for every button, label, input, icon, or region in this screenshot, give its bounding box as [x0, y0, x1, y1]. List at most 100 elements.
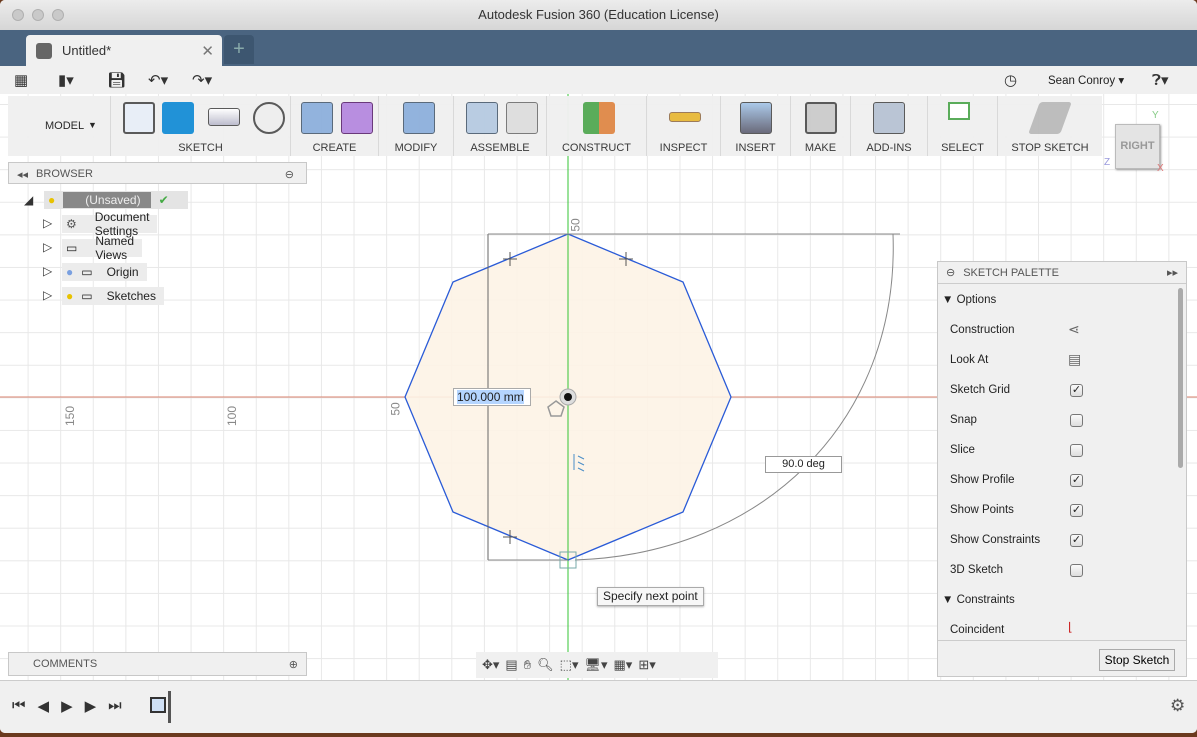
undo-icon[interactable]: ↶▾: [148, 71, 168, 89]
data-panel-grid-icon[interactable]: ▦: [14, 71, 28, 89]
close-window-button[interactable]: [12, 9, 24, 21]
measure-icon: [669, 112, 701, 122]
construction-icon[interactable]: ⋖: [1068, 321, 1080, 338]
look-at-icon[interactable]: ▤: [1068, 351, 1081, 368]
collapsed-triangle-icon[interactable]: ▷: [43, 240, 52, 254]
browser-item-named-views[interactable]: ▭ Named Views: [62, 234, 143, 262]
viewports-icon[interactable]: ⊞▾: [638, 657, 655, 673]
palette-option-show-profile: Show Profile: [950, 474, 1015, 486]
checkbox-snap[interactable]: [1070, 414, 1083, 427]
select-menu[interactable]: SELECT: [928, 96, 998, 156]
zoom-window-button[interactable]: [52, 9, 64, 21]
palette-scrollbar[interactable]: [1178, 288, 1183, 468]
stop-sketch-menu[interactable]: STOP SKETCH: [998, 96, 1102, 156]
insert-image-icon: [740, 102, 772, 134]
gear-icon: ⚙: [66, 217, 77, 231]
fit-icon[interactable]: ⬚▾: [560, 657, 579, 673]
viewcube-y-label: Y: [1152, 110, 1159, 121]
quick-access-bar: ▦ ▮▾ 💾︎ ↶▾ ↷▾ ◷ Sean Conroy ▾ ❓︎▾: [0, 66, 1197, 94]
add-ins-menu[interactable]: ADD-INS: [851, 96, 928, 156]
browser-item-origin[interactable]: ● ▭ Origin: [62, 263, 147, 281]
save-icon[interactable]: 💾︎: [107, 71, 126, 89]
checkbox-show-constraints[interactable]: ✓: [1070, 534, 1083, 547]
job-status-clock-icon[interactable]: ◷: [1004, 71, 1017, 89]
first-step-icon[interactable]: ⏮︎: [12, 697, 26, 715]
file-menu-icon[interactable]: ▮▾: [58, 71, 74, 89]
constraints-section-header[interactable]: ▼ Constraints: [942, 594, 1015, 606]
user-menu[interactable]: Sean Conroy ▾: [1048, 73, 1124, 87]
minimize-window-button[interactable]: [32, 9, 44, 21]
form-icon: [341, 102, 373, 134]
lightbulb-icon: ●: [48, 193, 56, 207]
redo-icon[interactable]: ↷▾: [192, 71, 212, 89]
palette-option-snap: Snap: [950, 414, 977, 426]
help-icon[interactable]: ❓︎▾: [1152, 71, 1169, 89]
expanded-triangle-icon[interactable]: ◢: [24, 193, 33, 207]
dimension-input[interactable]: 100.000 mm: [453, 388, 531, 406]
sketch-menu[interactable]: SKETCH: [111, 96, 291, 156]
axis-label-50-vertical: 50: [568, 218, 583, 232]
axis-label-150: 150: [63, 405, 78, 427]
axis-label-100: 100: [225, 405, 240, 427]
comments-panel[interactable]: COMMENTS ⊕: [8, 652, 307, 676]
extrude-icon: [301, 102, 333, 134]
checkbox-show-points[interactable]: ✓: [1070, 504, 1083, 517]
angle-dimension-input[interactable]: 90.0 deg: [765, 456, 842, 473]
insert-menu[interactable]: INSERT: [721, 96, 791, 156]
workspace-switcher[interactable]: MODEL ▼: [8, 96, 111, 156]
browser-panel-header[interactable]: ◂◂ BROWSER ⊖: [8, 162, 307, 184]
previous-step-icon[interactable]: ◀︎: [38, 697, 50, 715]
viewcube[interactable]: RIGHT: [1115, 124, 1160, 169]
tab-untitled[interactable]: Untitled* ✕: [26, 35, 222, 66]
collapsed-triangle-icon[interactable]: ▷: [43, 288, 52, 302]
zoom-icon[interactable]: 🔍︎: [537, 657, 554, 673]
browser-root-node[interactable]: ● (Unsaved) ✔: [44, 191, 188, 209]
pan-hand-icon[interactable]: ✋︎: [524, 657, 531, 673]
inspect-menu[interactable]: INSPECT: [647, 96, 721, 156]
close-tab-icon[interactable]: ✕: [201, 42, 214, 60]
stop-sketch-button[interactable]: Stop Sketch: [1099, 649, 1175, 671]
activate-check-icon: ✔: [158, 193, 169, 207]
timeline-marker[interactable]: [168, 691, 171, 723]
navigation-bar: ✥▾ ▤ ✋︎ 🔍︎ ⬚▾ 🖥︎▾ ▦▾ ⊞▾: [476, 652, 718, 678]
collapsed-triangle-icon[interactable]: ▷: [43, 264, 52, 278]
create-sketch-icon[interactable]: [123, 102, 155, 134]
palette-option-construction: Construction: [950, 324, 1015, 336]
play-icon[interactable]: ▶︎: [61, 697, 73, 715]
grid-settings-icon[interactable]: ▦▾: [614, 657, 633, 673]
assemble-menu[interactable]: ASSEMBLE: [454, 96, 547, 156]
browser-item-sketches[interactable]: ● ▭ Sketches: [62, 287, 164, 305]
folder-icon: ▭: [81, 265, 93, 279]
options-section-header[interactable]: ▼ Options: [942, 294, 996, 306]
rectangle-tool-icon[interactable]: [208, 108, 240, 126]
make-menu[interactable]: MAKE: [791, 96, 851, 156]
select-icon: [948, 102, 970, 120]
line-tool-icon[interactable]: [162, 102, 194, 134]
checkbox-slice[interactable]: [1070, 444, 1083, 457]
3d-print-icon: [805, 102, 837, 134]
circle-tool-icon[interactable]: [253, 102, 285, 134]
expand-palette-icon[interactable]: ▸▸: [1167, 266, 1178, 279]
display-settings-icon[interactable]: 🖥︎▾: [584, 657, 607, 673]
collapsed-triangle-icon[interactable]: ▷: [43, 216, 52, 230]
timeline-sketch-feature-icon[interactable]: [150, 697, 166, 713]
checkbox-3d-sketch[interactable]: [1070, 564, 1083, 577]
modify-menu[interactable]: MODIFY: [379, 96, 454, 156]
coincident-icon[interactable]: ⌊: [1068, 620, 1073, 634]
add-comment-icon: ⊕: [288, 658, 298, 671]
new-tab-button[interactable]: +: [224, 35, 254, 64]
offset-plane-icon: [583, 102, 615, 134]
next-step-icon[interactable]: ▶︎: [85, 697, 97, 715]
timeline-settings-gear-icon[interactable]: ⚙: [1170, 696, 1185, 716]
orbit-icon[interactable]: ✥▾: [482, 657, 499, 673]
press-pull-icon: [403, 102, 435, 134]
browser-item-document-settings[interactable]: ⚙ Document Settings: [62, 210, 158, 238]
constraint-coincident[interactable]: Coincident: [950, 624, 1004, 636]
checkbox-sketch-grid[interactable]: ✓: [1070, 384, 1083, 397]
checkbox-show-profile[interactable]: ✓: [1070, 474, 1083, 487]
last-step-icon[interactable]: ⏭︎: [108, 697, 122, 715]
create-menu[interactable]: CREATE: [291, 96, 379, 156]
construct-menu[interactable]: CONSTRUCT: [547, 96, 647, 156]
palette-option-look-at: Look At: [950, 354, 989, 366]
look-at-icon[interactable]: ▤: [505, 657, 517, 673]
